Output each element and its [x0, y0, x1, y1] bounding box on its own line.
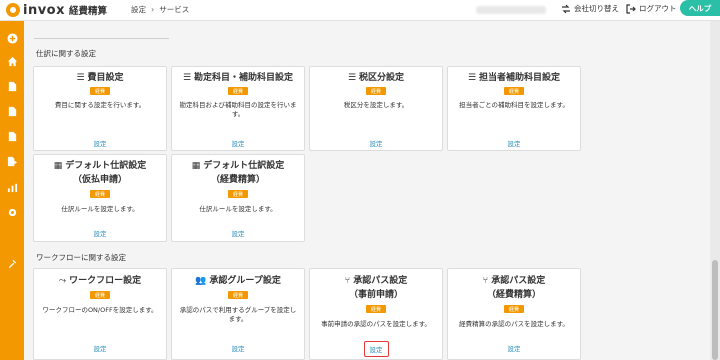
settings-link[interactable]: 設定 [448, 343, 580, 353]
card-description: 事前申請の承認のパスを設定します。 [321, 320, 431, 328]
sidebar [0, 21, 24, 360]
breadcrumb: 設定 › サービス [131, 4, 189, 15]
card-description: 仕訳ルールを設定します。 [61, 205, 139, 213]
breadcrumb-item-settings[interactable]: 設定 [131, 4, 146, 15]
card-description: 担当者ごとの補助科目を設定します。 [459, 101, 569, 109]
badge: 経費 [90, 291, 110, 299]
settings-link[interactable]: 設定 [448, 138, 580, 148]
card-title-sub: （経費精算） [486, 290, 541, 300]
card-description: 承認のパスで利用するグループを設定します。 [179, 306, 297, 323]
badge: 経費 [366, 305, 386, 313]
card-expense-item: ☰ 費目設定 経費 費目に関する設定を行います。 設定 [33, 66, 167, 151]
card-description: 勘定科目および補助科目の設定を行います。 [179, 101, 297, 118]
card-default-journal-expense: ▦ デフォルト仕訳設定 （経費精算） 経費 仕訳ルールを設定します。 設定 [171, 154, 305, 242]
product-name: 経費精算 [69, 6, 108, 17]
card-description: 税区分を設定します。 [343, 101, 409, 109]
badge: 経費 [504, 87, 524, 95]
document-icon[interactable] [6, 105, 18, 117]
table-icon: ▦ [53, 161, 63, 171]
card-description: ワークフローのON/OFFを設定します。 [42, 306, 158, 314]
card-title-sub: （経費精算） [210, 175, 265, 185]
card-tax-category: ☰ 税区分設定 経費 税区分を設定します。 設定 [309, 66, 443, 151]
card-title: ⑂ 承認パス設定 [344, 276, 408, 286]
list-icon: ☰ [182, 73, 192, 83]
card-description: 経費精算の承認のパスを設定します。 [459, 320, 569, 328]
card-title: ▦ デフォルト仕訳設定 [191, 161, 285, 171]
section-title-workflow: ワークフローに関する設定 [36, 253, 126, 262]
breadcrumb-separator: › [151, 5, 155, 14]
settings-link[interactable]: 設定 [172, 228, 304, 238]
badge: 経費 [228, 291, 248, 299]
divider [34, 38, 169, 39]
user-name-blurred [476, 6, 546, 14]
card-default-journal-advance: ▦ デフォルト仕訳設定 （仮払申請） 経費 仕訳ルールを設定します。 設定 [33, 154, 167, 242]
scroll-thumb[interactable] [712, 260, 718, 360]
section-title-journal: 仕訳に関する設定 [36, 49, 96, 58]
document-icon[interactable] [6, 80, 18, 92]
chart-icon[interactable] [6, 181, 18, 193]
card-approval-group: 👥 承認グループ設定 経費 承認のパスで利用するグループを設定します。 設定 [171, 268, 305, 360]
switch-company-button[interactable]: 会社切り替え [561, 3, 619, 14]
logo-mark-icon [6, 3, 20, 17]
card-title: ☰ 税区分設定 [347, 73, 405, 83]
card-account-subaccount: ☰ 勘定科目・補助科目設定 経費 勘定科目および補助科目の設定を行います。 設定 [171, 66, 305, 151]
settings-link[interactable]: 設定 [34, 228, 166, 238]
card-title: 👥 承認グループ設定 [195, 276, 281, 286]
users-icon: 👥 [195, 276, 207, 286]
table-icon: ▦ [191, 161, 201, 171]
document-icon[interactable] [6, 130, 18, 142]
main-content: 仕訳に関する設定 ☰ 費目設定 経費 費目に関する設定を行います。 設定 ☰ 勘定科… [24, 21, 710, 360]
settings-link-highlighted[interactable]: 設定 [310, 341, 442, 357]
badge: 経費 [90, 190, 110, 198]
settings-link[interactable]: 設定 [310, 138, 442, 148]
card-title: ⤳ ワークフロー設定 [58, 276, 142, 286]
plus-circle-icon[interactable] [6, 32, 18, 44]
badge: 経費 [504, 305, 524, 313]
settings-link[interactable]: 設定 [34, 138, 166, 148]
tools-icon[interactable] [6, 257, 18, 269]
card-staff-subaccount: ☰ 担当者補助科目設定 経費 担当者ごとの補助科目を設定します。 設定 [447, 66, 581, 151]
flow-icon: ⤳ [58, 276, 67, 286]
card-description: 仕訳ルールを設定します。 [199, 205, 277, 213]
settings-link[interactable]: 設定 [172, 138, 304, 148]
badge: 経費 [228, 190, 248, 198]
badge: 経費 [228, 87, 248, 95]
switch-icon [562, 4, 570, 13]
card-title: ☰ 費目設定 [76, 73, 124, 83]
logo-text: invox [23, 2, 66, 18]
card-workflow: ⤳ ワークフロー設定 経費 ワークフローのON/OFFを設定します。 設定 [33, 268, 167, 360]
settings-link[interactable]: 設定 [172, 343, 304, 353]
card-approval-path-pre: ⑂ 承認パス設定 （事前申請） 経費 事前申請の承認のパスを設定します。 設定 [309, 268, 443, 360]
top-bar: invox 経費精算 設定 › サービス 会社切り替え ログアウト ヘルプ [0, 0, 720, 21]
badge: 経費 [90, 87, 110, 95]
switch-company-label: 会社切り替え [574, 4, 619, 13]
card-title: ☰ 勘定科目・補助科目設定 [182, 73, 294, 83]
card-title: ⑂ 承認パス設定 [482, 276, 546, 286]
scrollbar[interactable] [710, 21, 720, 360]
card-title: ☰ 担当者補助科目設定 [467, 73, 561, 83]
badge: 経費 [366, 87, 386, 95]
card-approval-path-expense: ⑂ 承認パス設定 （経費精算） 経費 経費精算の承認のパスを設定します。 設定 [447, 268, 581, 360]
home-icon[interactable] [6, 55, 18, 67]
list-icon: ☰ [467, 73, 477, 83]
logout-icon [626, 3, 636, 14]
logout-button[interactable]: ログアウト [626, 3, 677, 14]
list-icon: ☰ [347, 73, 357, 83]
document-export-icon[interactable] [6, 155, 18, 167]
logout-label: ログアウト [639, 4, 677, 13]
gear-icon[interactable] [6, 206, 18, 218]
logo[interactable]: invox 経費精算 [6, 2, 107, 18]
breadcrumb-item-service: サービス [159, 5, 190, 14]
route-icon: ⑂ [482, 276, 489, 286]
card-title-sub: （事前申請） [348, 290, 403, 300]
card-description: 費目に関する設定を行います。 [54, 101, 146, 109]
card-title-sub: （仮払申請） [72, 175, 127, 185]
settings-link[interactable]: 設定 [34, 343, 166, 353]
list-icon: ☰ [76, 73, 85, 83]
help-button[interactable]: ヘルプ [680, 0, 720, 16]
route-icon: ⑂ [344, 276, 351, 286]
card-title: ▦ デフォルト仕訳設定 [53, 161, 147, 171]
